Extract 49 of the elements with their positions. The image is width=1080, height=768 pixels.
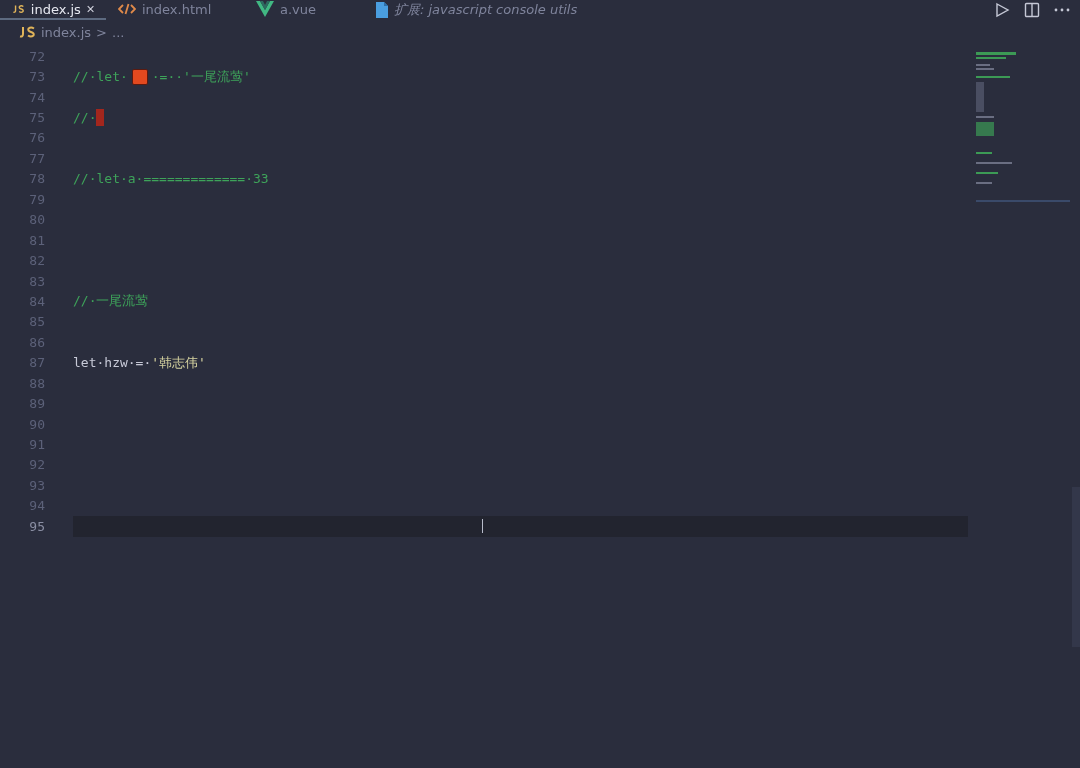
code-string: '韩志伟' xyxy=(151,353,206,372)
file-icon xyxy=(376,2,388,18)
breadcrumb-separator: > xyxy=(96,24,107,40)
line-number: 73 xyxy=(28,69,46,85)
run-icon[interactable] xyxy=(994,2,1010,18)
line-number: 93 xyxy=(28,477,46,493)
editor-tab[interactable]: index.html xyxy=(106,0,234,20)
line-number: 72 xyxy=(28,48,46,64)
line-number: 81 xyxy=(28,232,46,248)
line-number: 83 xyxy=(28,273,46,289)
code-comment: //·一尾流莺 xyxy=(73,292,149,311)
js-file-icon xyxy=(12,3,25,15)
code-comment: //·let·a·=============·33 xyxy=(73,171,269,187)
editor-tab[interactable]: index.js xyxy=(0,0,106,20)
emoji-icon xyxy=(131,68,148,85)
code-brackets-icon xyxy=(118,3,136,15)
line-number: 79 xyxy=(28,191,46,207)
line-number: 77 xyxy=(28,150,46,166)
invalid-character-mark xyxy=(96,109,105,127)
line-number: 76 xyxy=(28,130,46,146)
line-number: 88 xyxy=(28,375,46,391)
breadcrumb-item[interactable]: ... xyxy=(112,24,125,40)
more-icon[interactable] xyxy=(1054,8,1070,12)
line-number: 90 xyxy=(28,416,46,432)
line-number: 75 xyxy=(28,110,46,126)
editor-tab[interactable]: a.vue xyxy=(234,0,364,20)
line-number: 94 xyxy=(28,498,46,514)
js-file-icon xyxy=(18,26,36,38)
line-number: 92 xyxy=(28,457,46,473)
line-number: 85 xyxy=(28,314,46,330)
code-text: let·hzw·=· xyxy=(73,355,152,371)
line-number: 84 xyxy=(28,293,46,309)
code-comment: //· xyxy=(73,110,97,126)
line-number: 74 xyxy=(28,89,46,105)
line-number: 82 xyxy=(28,253,46,269)
line-number: 80 xyxy=(28,212,46,228)
split-editor-icon[interactable] xyxy=(1024,2,1040,18)
v-logo-icon xyxy=(256,1,274,17)
line-number: 78 xyxy=(28,171,46,187)
line-number: 91 xyxy=(28,437,46,453)
close-icon[interactable] xyxy=(86,4,94,14)
line-number: 86 xyxy=(28,334,46,350)
code-comment: ·=··'一尾流莺' xyxy=(151,67,251,86)
line-number: 89 xyxy=(28,396,46,412)
breadcrumb-item[interactable]: index.js xyxy=(41,24,92,40)
line-number: 87 xyxy=(28,355,46,371)
line-number: 95 xyxy=(28,518,46,534)
editor-tab[interactable]: 扩展: javascript console utils xyxy=(364,0,590,22)
code-comment: //·let· xyxy=(73,69,128,85)
